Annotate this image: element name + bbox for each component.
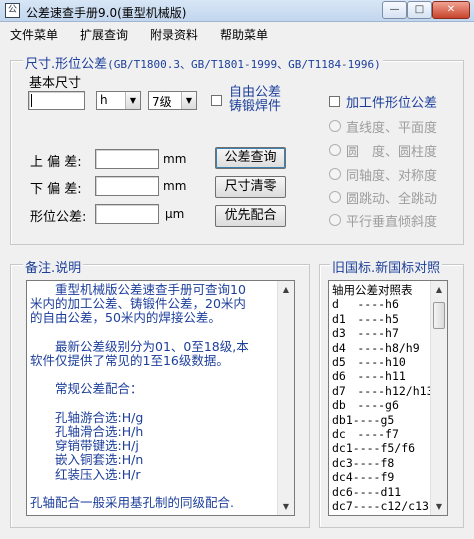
scroll-down-icon[interactable]: ▼ bbox=[278, 498, 294, 515]
notes-line: 常规公差配合： bbox=[30, 381, 143, 397]
notes-line: 嵌入铜套选:H/n bbox=[30, 452, 144, 468]
window-title: 公差速查手册9.0(重型机械版) bbox=[26, 6, 187, 20]
lower-deviation-label: 下 偏 差: bbox=[30, 182, 82, 197]
scroll-up-icon[interactable]: ▲ bbox=[278, 281, 294, 298]
lower-unit-label: mm bbox=[163, 179, 187, 193]
form-tolerance-checkbox[interactable] bbox=[329, 96, 340, 107]
notes-line: 重型机械版公差速查手册可查询10 bbox=[30, 282, 246, 297]
tolerance-query-button[interactable]: 公差查询 bbox=[215, 147, 286, 169]
old-new-list[interactable]: 轴用公差对照表 d ----h6 d1 ----h5 d3 ----h7 d4 ----… bbox=[328, 280, 448, 516]
option-runout-label: 圆跳动、全跳动 bbox=[346, 192, 438, 207]
shaft-hole-select[interactable]: h ▼ bbox=[96, 91, 141, 110]
option-coaxiality-radio[interactable] bbox=[329, 168, 341, 180]
menu-help[interactable]: 帮助菜单 bbox=[220, 26, 268, 43]
notes-line: 孔轴游合选:H/g bbox=[30, 409, 144, 425]
preferred-fit-button[interactable]: 优先配合 bbox=[215, 205, 286, 227]
scroll-thumb[interactable] bbox=[433, 302, 445, 329]
free-tolerance-checkbox[interactable] bbox=[211, 95, 222, 106]
notes-line: 孔轴配合一般采用基孔制的同级配合. bbox=[30, 495, 234, 510]
menu-appendix[interactable]: 附录资料 bbox=[150, 26, 198, 43]
shaft-hole-value: h bbox=[100, 93, 108, 107]
option-roundness-radio[interactable] bbox=[329, 144, 341, 156]
text-caret bbox=[31, 94, 32, 107]
upper-deviation-label: 上 偏 差: bbox=[30, 155, 82, 170]
menu-extended-query[interactable]: 扩展查询 bbox=[80, 26, 128, 43]
form-tolerance-field[interactable] bbox=[95, 204, 159, 224]
grade-value: 7级 bbox=[152, 95, 172, 109]
size-clear-button[interactable]: 尺寸清零 bbox=[215, 176, 286, 198]
lower-deviation-field[interactable] bbox=[95, 176, 159, 196]
notes-group-title: 备注.说明 bbox=[23, 257, 84, 276]
form-unit-label: μm bbox=[165, 207, 185, 221]
notes-scrollbar[interactable]: ▲ ▼ bbox=[277, 281, 294, 515]
menu-bar: 文件菜单 扩展查询 附录资料 帮助菜单 bbox=[0, 23, 474, 43]
notes-line: 软件仅提供了常见的1至16级数据。 bbox=[30, 353, 229, 368]
standards-label: (GB/T1800.3、GB/T1801-1999、GB/T1184-1996) bbox=[107, 58, 381, 71]
title-bar[interactable]: 公 公差速查手册9.0(重型机械版) — □ ✕ bbox=[0, 0, 474, 22]
cast-forge-weld-label: 铸锻焊件 bbox=[229, 99, 282, 114]
notes-line: 最新公差级别分为01、0至18级,本 bbox=[30, 338, 249, 354]
old-new-group-title: 旧国标.新国标对照 bbox=[330, 257, 443, 276]
form-tolerance-label: 形位公差: bbox=[30, 210, 87, 225]
notes-text-area[interactable]: 重型机械版公差速查手册可查询10 米内的加工公差、铸锻件公差，20米内 的自由公差，… bbox=[26, 280, 295, 516]
form-tolerance-checkbox-label: 加工件形位公差 bbox=[346, 96, 438, 111]
scroll-down-icon[interactable]: ▼ bbox=[431, 498, 447, 515]
notes-line: 孔轴滑合选:H/h bbox=[30, 424, 144, 439]
minimize-icon[interactable]: — bbox=[382, 1, 407, 19]
option-runout-radio[interactable] bbox=[329, 191, 341, 203]
basic-size-input[interactable] bbox=[28, 91, 85, 110]
app-icon[interactable]: 公 bbox=[5, 3, 20, 18]
scroll-up-icon[interactable]: ▲ bbox=[431, 281, 447, 298]
grade-select[interactable]: 7级 ▼ bbox=[148, 91, 197, 110]
upper-unit-label: mm bbox=[163, 152, 187, 166]
option-roundness-label: 圆 度、圆柱度 bbox=[346, 145, 438, 160]
option-straightness-label: 直线度、平面度 bbox=[346, 121, 438, 136]
free-tolerance-label: 自由公差 bbox=[229, 85, 282, 100]
tolerance-group-title: 尺寸.形位公差(GB/T1800.3、GB/T1801-1999、GB/T118… bbox=[23, 53, 383, 72]
close-icon[interactable]: ✕ bbox=[432, 1, 470, 19]
chevron-down-icon[interactable]: ▼ bbox=[181, 92, 196, 109]
notes-line: 红装压入选:H/r bbox=[30, 466, 141, 482]
upper-deviation-field[interactable] bbox=[95, 149, 159, 169]
option-parallelism-label: 平行垂直倾斜度 bbox=[346, 215, 438, 230]
chevron-down-icon[interactable]: ▼ bbox=[125, 92, 140, 109]
menu-file[interactable]: 文件菜单 bbox=[10, 26, 58, 43]
notes-line: 的自由公差，50米内的焊接公差。 bbox=[30, 310, 221, 326]
option-parallelism-radio[interactable] bbox=[329, 214, 341, 226]
option-coaxiality-label: 同轴度、对称度 bbox=[346, 169, 438, 184]
option-straightness-radio[interactable] bbox=[329, 120, 341, 132]
notes-line: 穿销带键选:H/j bbox=[30, 438, 139, 454]
list-scrollbar[interactable]: ▲ ▼ bbox=[430, 281, 447, 515]
notes-line: 米内的加工公差、铸锻件公差，20米内 bbox=[30, 296, 246, 312]
standard-list-item[interactable]: dc7----c12/c13 bbox=[332, 498, 429, 514]
maximize-icon[interactable]: □ bbox=[407, 1, 432, 19]
basic-size-label: 基本尺寸 bbox=[29, 76, 82, 91]
